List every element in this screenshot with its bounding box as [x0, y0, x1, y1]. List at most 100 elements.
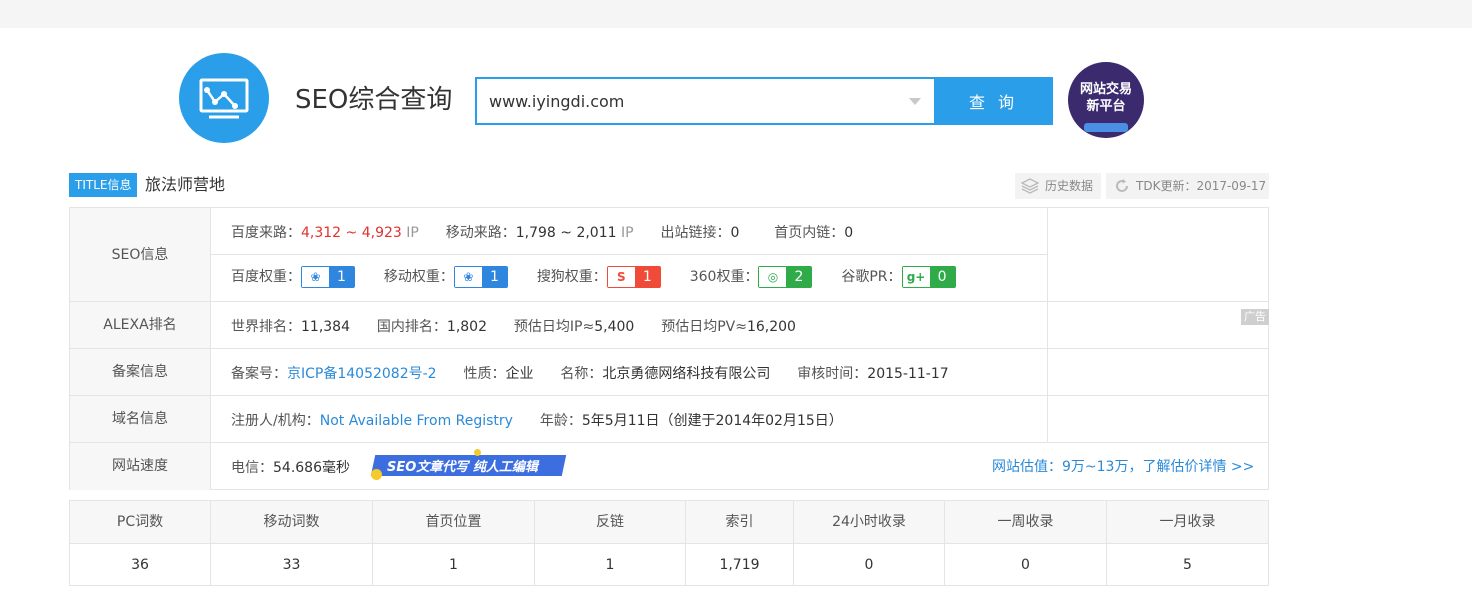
seo-traffic-line: 百度来路：4,312 ~ 4,923 IP 移动来路：1,798 ~ 2,011… [231, 222, 853, 242]
tdk-update-button[interactable]: TDK更新：2017-09-17 [1106, 173, 1269, 199]
history-data-label: 历史数据 [1045, 179, 1094, 193]
mobile-traffic-value: 1,798 ~ 2,011 [515, 225, 617, 241]
page-title: SEO综合查询 [295, 85, 453, 115]
monitor-chart-icon [199, 78, 249, 119]
domestic-rank-value: 1,802 [446, 319, 487, 335]
icp-nature-label: 性质： [463, 366, 506, 382]
world-rank-label: 世界排名： [231, 319, 301, 335]
daily-ip-label: 预估日均IP≈ [513, 319, 595, 335]
world-rank-value: 11,384 [301, 319, 350, 335]
seo-info-label: SEO信息 [70, 208, 211, 301]
icp-number-label: 备案号： [231, 366, 287, 382]
domain-age-label: 年龄： [539, 413, 582, 429]
so360-ring-icon: ◎ [759, 267, 787, 287]
icp-nature-value: 企业 [505, 366, 534, 382]
so360-weight-badge[interactable]: ◎ 2 [758, 266, 813, 288]
so360-weight-value: 2 [786, 267, 812, 287]
domain-line: 注册人/机构：Not Available From Registry 年龄：5年… [231, 410, 843, 430]
history-data-button[interactable]: 历史数据 [1015, 173, 1101, 199]
mobile-weight-value: 1 [481, 267, 507, 287]
registrant-label: 注册人/机构： [231, 413, 320, 429]
outbound-links-value: 0 [730, 225, 740, 241]
icp-name-value: 北京勇德网络科技有限公司 [602, 366, 771, 382]
icp-name-label: 名称： [560, 366, 603, 382]
baidu-mobile-paw-icon: ❀ [454, 267, 482, 287]
speed-line: 电信：54.686毫秒 [231, 457, 350, 477]
baidu-traffic-label: 百度来路： [231, 225, 301, 241]
stats-value-cell[interactable]: 5 [1107, 544, 1268, 586]
domain-label-text: 域名信息 [112, 411, 168, 427]
ad-slot[interactable]: 广告 [1047, 208, 1269, 442]
stats-header-cell: 24小时收录 [794, 501, 945, 543]
stats-header-cell: 一周收录 [945, 501, 1107, 543]
alexa-label-text: ALEXA排名 [103, 317, 177, 333]
ip-unit: IP [406, 225, 419, 241]
seo-writing-ad-banner[interactable]: SEO文章代写 纯人工编辑 [370, 449, 567, 480]
domestic-rank-label: 国内排名： [376, 319, 447, 335]
seo-info-table: SEO信息 百度来路：4,312 ~ 4,923 IP 移动来路：1,798 ~… [69, 207, 1269, 490]
internal-links-value: 0 [844, 225, 854, 241]
search-input[interactable] [489, 89, 899, 113]
stats-value-cell[interactable]: 0 [945, 544, 1107, 586]
stats-value-cell[interactable]: 1,719 [686, 544, 794, 586]
internal-links-label: 首页内链： [774, 225, 845, 241]
alexa-label: ALEXA排名 [70, 302, 211, 348]
stats-header-cell: 首页位置 [373, 501, 535, 543]
baidu-weight-badge[interactable]: ❀ 1 [301, 266, 355, 288]
baidu-paw-icon: ❀ [302, 267, 329, 287]
so360-weight-label: 360权重： [689, 269, 759, 285]
seo-logo [179, 53, 269, 143]
google-pr-badge[interactable]: g+ 0 [901, 266, 956, 288]
telecom-value: 54.686毫秒 [273, 460, 350, 476]
stats-header-cell: 反链 [535, 501, 686, 543]
google-plus-icon: g+ [902, 267, 930, 287]
domain-age-value: 5年5月11日（创建于2014年02月15日） [581, 413, 843, 429]
icp-review-value: 2015-11-17 [867, 366, 949, 382]
sogou-s-icon: S [607, 267, 635, 287]
icp-review-label: 审核时间： [797, 366, 868, 382]
valuation-link[interactable]: 网站估值：9万~13万，了解估价详情 >> [992, 456, 1254, 476]
stats-header-cell: PC词数 [70, 501, 211, 543]
sogou-weight-badge[interactable]: S1 [606, 266, 661, 288]
chevron-down-icon[interactable] [909, 98, 921, 105]
baidu-weight-label: 百度权重： [231, 269, 301, 285]
stats-header-cell: 索引 [686, 501, 794, 543]
registrant-link[interactable]: Not Available From Registry [320, 413, 513, 429]
laptop-icon [1084, 123, 1128, 132]
trade-platform-badge[interactable]: 网站交易 新平台 [1068, 62, 1144, 138]
speed-label: 网站速度 [70, 443, 211, 490]
domain-label: 域名信息 [70, 396, 211, 442]
stats-value-cell[interactable]: 1 [535, 544, 686, 586]
stats-header-cell: 一月收录 [1159, 514, 1216, 530]
mobile-weight-label: 移动权重： [383, 269, 454, 285]
ad-banner-text: SEO文章代写 纯人工编辑 [387, 460, 538, 475]
stats-header-row: PC词数 移动词数 首页位置 反链 索引 24小时收录 一周收录 一月收录 [70, 501, 1268, 544]
search-box[interactable] [475, 77, 935, 125]
outbound-links-label: 出站链接： [660, 225, 731, 241]
decor-dot [371, 469, 382, 480]
top-bar [0, 0, 1472, 28]
refresh-icon [1116, 179, 1128, 192]
sogou-weight-value: 1 [634, 267, 660, 287]
trade-badge-line2: 新平台 [1086, 99, 1126, 114]
alexa-line: 世界排名：11,384 国内排名：1,802 预估日均IP≈5,400 预估日均… [231, 316, 796, 336]
telecom-label: 电信： [231, 460, 273, 476]
baidu-weight-value: 1 [329, 267, 354, 287]
mobile-traffic-label: 移动来路： [445, 225, 516, 241]
daily-ip-value: 5,400 [594, 319, 635, 335]
weights-line: 百度权重： ❀ 1 移动权重： ❀ 1 搜狗权重： S 1 360权重： ◎ 2 谷歌PR： g+… [231, 261, 956, 293]
stats-value-cell[interactable]: 33 [211, 544, 373, 586]
stats-header-cell: 移动词数 [211, 501, 373, 543]
mobile-weight-badge[interactable]: ❀ 1 [453, 266, 508, 288]
layers-icon [1021, 178, 1039, 194]
trade-badge-line1: 网站交易 [1079, 82, 1132, 97]
stats-value-cell[interactable]: 0 [794, 544, 945, 586]
icp-number-link[interactable]: 京ICP备14052082号-2 [287, 366, 437, 382]
stats-value-cell[interactable]: 36 [70, 544, 211, 586]
row-divider [211, 254, 1047, 255]
ad-label: 广告 [1241, 309, 1269, 325]
stats-value-cell[interactable]: 1 [373, 544, 535, 586]
title-tag: TITLE信息 [69, 173, 138, 197]
daily-pv-label: 预估日均PV≈ [661, 319, 747, 335]
search-button[interactable]: 查 询 [934, 77, 1053, 125]
